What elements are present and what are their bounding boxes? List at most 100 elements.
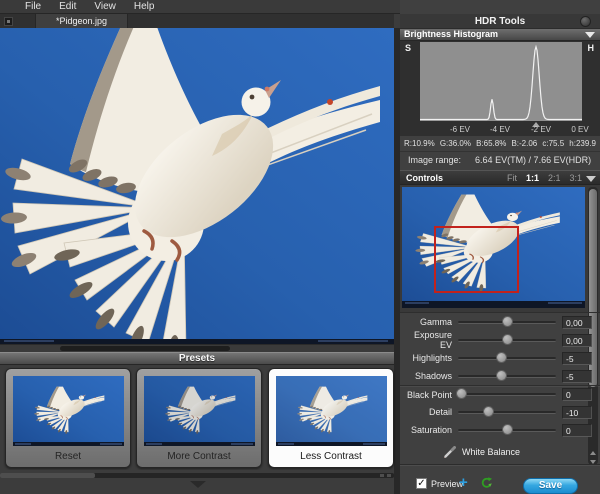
tick--4ev: -4 EV bbox=[490, 125, 510, 134]
shadows-value[interactable]: -5 bbox=[562, 370, 592, 383]
zoom-fit[interactable]: Fit bbox=[507, 173, 517, 183]
menu-edit[interactable]: Edit bbox=[50, 1, 85, 12]
histogram-plot[interactable] bbox=[420, 42, 582, 121]
refresh-icon[interactable] bbox=[480, 477, 493, 490]
image-hscrollbar[interactable] bbox=[0, 344, 394, 352]
shadows-slider[interactable] bbox=[458, 375, 556, 378]
zoom-options: Fit 1:1 2:1 3:1 bbox=[507, 173, 582, 183]
preview-checkbox[interactable]: ✓ bbox=[416, 478, 427, 489]
black-point-value[interactable]: 0 bbox=[562, 388, 592, 401]
slider-highlights: Highlights -5 bbox=[400, 349, 600, 367]
highlights-slider[interactable] bbox=[458, 357, 556, 360]
zoom-2-1[interactable]: 2:1 bbox=[548, 173, 561, 183]
preset-label: More Contrast bbox=[137, 451, 261, 462]
stat-r: R:10.9% bbox=[404, 139, 435, 148]
slider-label: Saturation bbox=[400, 425, 452, 435]
image-range-label: Image range: bbox=[408, 155, 461, 165]
tick--6ev: -6 EV bbox=[450, 125, 470, 134]
navigator-panel bbox=[400, 185, 600, 312]
slider-label: Highlights bbox=[400, 353, 452, 363]
tab-bar: *Pidgeon.jpg bbox=[0, 14, 394, 28]
navigator-thumbnail[interactable] bbox=[402, 187, 585, 308]
close-panel-icon[interactable] bbox=[580, 16, 591, 27]
highlight-marker-label: H bbox=[588, 43, 595, 53]
tab-pidgeon-jpg[interactable]: *Pidgeon.jpg bbox=[35, 14, 128, 28]
slider-handle[interactable] bbox=[496, 352, 507, 363]
pigeon-photo bbox=[0, 28, 394, 344]
panel-title-text: HDR Tools bbox=[475, 16, 525, 27]
hdr-editor-window: File Edit View Help *Pidgeon.jpg Presets bbox=[0, 0, 600, 494]
histogram-title: Brightness Histogram bbox=[404, 29, 498, 39]
save-button[interactable]: Save bbox=[523, 478, 578, 494]
presets-hscrollbar-handle[interactable] bbox=[0, 473, 95, 478]
preset-label: Less Contrast bbox=[269, 451, 393, 462]
preset-reset[interactable]: Reset bbox=[5, 368, 131, 468]
chevron-down-icon[interactable] bbox=[586, 176, 596, 182]
saturation-value[interactable]: 0 bbox=[562, 424, 592, 437]
collapse-presets-icon[interactable] bbox=[190, 481, 206, 488]
slider-saturation: Saturation 0 bbox=[400, 421, 600, 439]
preset-more-contrast[interactable]: More Contrast bbox=[136, 368, 262, 468]
tick--2ev: -2 EV bbox=[531, 125, 551, 134]
preset-reset-thumbnail bbox=[13, 376, 124, 446]
detach-panel-icon[interactable] bbox=[4, 17, 13, 26]
slider-handle[interactable] bbox=[502, 334, 513, 345]
controls-title: Controls bbox=[406, 173, 443, 183]
panel-title: HDR Tools bbox=[400, 14, 600, 29]
slider-label: Shadows bbox=[400, 371, 452, 381]
slider-gamma: Gamma 0,00 bbox=[400, 313, 600, 331]
exposure-slider[interactable] bbox=[458, 339, 556, 342]
detail-value[interactable]: -10 bbox=[562, 406, 592, 419]
panel-footer: ✓ Preview + Save bbox=[400, 464, 600, 494]
presets-row: Reset More Contrast Less Contrast bbox=[0, 365, 394, 470]
preset-more-contrast-thumbnail bbox=[144, 376, 255, 446]
stat-c: c:75.5 bbox=[542, 139, 564, 148]
slider-label: Exposure EV bbox=[400, 330, 452, 350]
chevron-down-icon[interactable] bbox=[585, 32, 595, 38]
highlights-value[interactable]: -5 bbox=[562, 352, 592, 365]
slider-handle[interactable] bbox=[456, 388, 467, 399]
menu-view[interactable]: View bbox=[85, 1, 125, 12]
white-balance-button[interactable]: White Balance bbox=[400, 443, 600, 461]
preset-label: Reset bbox=[6, 451, 130, 462]
zoom-1-1[interactable]: 1:1 bbox=[526, 173, 539, 183]
histogram-section-header[interactable]: Brightness Histogram bbox=[400, 29, 600, 41]
adjustment-sliders: Gamma 0,00 Exposure EV 0,00 Highlights -… bbox=[400, 312, 600, 439]
slider-handle[interactable] bbox=[502, 424, 513, 435]
view-selection-rect[interactable] bbox=[434, 226, 519, 293]
slider-label: Gamma bbox=[400, 317, 452, 327]
controls-header: Controls Fit 1:1 2:1 3:1 bbox=[400, 170, 600, 185]
presets-hscrollbar[interactable] bbox=[0, 473, 394, 478]
stat-h: h:239.9 bbox=[569, 139, 596, 148]
zoom-3-1[interactable]: 3:1 bbox=[569, 173, 582, 183]
image-range-value: 6.64 EV(TM) / 7.66 EV(HDR) bbox=[475, 155, 591, 165]
presets-header[interactable]: Presets bbox=[0, 352, 394, 365]
slider-shadows: Shadows -5 bbox=[400, 367, 600, 385]
slider-handle[interactable] bbox=[496, 370, 507, 381]
slider-handle[interactable] bbox=[502, 316, 513, 327]
stat-b: B:65.8% bbox=[476, 139, 506, 148]
saturation-slider[interactable] bbox=[458, 429, 556, 432]
slider-detail: Detail -10 bbox=[400, 403, 600, 421]
tick-0ev: 0 EV bbox=[571, 125, 588, 134]
presets-scroll-area bbox=[0, 470, 394, 494]
menu-help[interactable]: Help bbox=[125, 1, 164, 12]
gamma-slider[interactable] bbox=[458, 321, 556, 324]
shadow-marker-label: S bbox=[405, 43, 411, 53]
gamma-value[interactable]: 0,00 bbox=[562, 316, 592, 329]
pixel-stats-line: R:10.9% G:36.0% B:65.8% B:-2.06 c:75.5 h… bbox=[400, 136, 600, 151]
image-range-line: Image range: 6.64 EV(TM) / 7.66 EV(HDR) bbox=[400, 151, 600, 168]
detail-slider[interactable] bbox=[458, 411, 556, 414]
image-canvas[interactable] bbox=[0, 28, 394, 344]
hdr-tools-panel: HDR Tools Brightness Histogram S H -6 EV… bbox=[400, 0, 600, 494]
white-balance-label: White Balance bbox=[462, 447, 520, 457]
hscrollbar-handle[interactable] bbox=[60, 346, 230, 351]
preset-less-contrast[interactable]: Less Contrast bbox=[268, 368, 394, 468]
slider-handle[interactable] bbox=[483, 406, 494, 417]
add-preset-icon[interactable]: + bbox=[459, 474, 468, 491]
menu-file[interactable]: File bbox=[16, 1, 50, 12]
black-point-slider[interactable] bbox=[458, 393, 556, 396]
stat-brightness: B:-2.06 bbox=[511, 139, 537, 148]
slider-label: Detail bbox=[400, 407, 452, 417]
exposure-value[interactable]: 0,00 bbox=[562, 334, 592, 347]
